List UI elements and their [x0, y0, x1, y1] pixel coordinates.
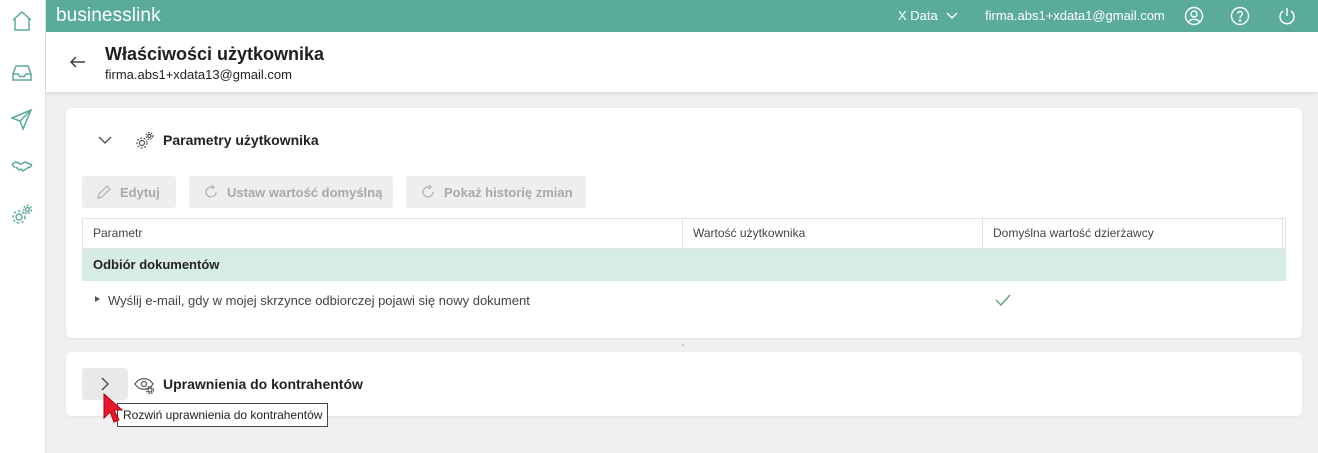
power-icon[interactable]	[1276, 5, 1298, 27]
user-profile-icon[interactable]	[1183, 5, 1205, 27]
edit-button-label: Edytuj	[120, 184, 160, 200]
tenant-selector[interactable]: X Data	[898, 8, 958, 23]
show-history-button[interactable]: Pokaż historię zmian	[406, 176, 586, 208]
brand-logo[interactable]: businesslink	[56, 5, 161, 27]
column-header-user-value[interactable]: Wartość użytkownika	[683, 219, 983, 248]
collapse-toggle-button[interactable]	[82, 124, 128, 156]
section-title: Uprawnienia do kontrahentów	[163, 376, 363, 392]
set-default-button[interactable]: Ustaw wartość domyślną	[189, 176, 393, 208]
resize-handle[interactable]	[682, 344, 684, 346]
user-email[interactable]: firma.abs1+xdata1@gmail.com	[985, 8, 1165, 23]
parameter-name: Wyślij e-mail, gdy w mojej skrzynce odbi…	[108, 293, 530, 308]
eye-gear-icon	[134, 378, 155, 395]
column-header-tenant-default[interactable]: Domyślna wartość dzierżawcy	[983, 219, 1283, 248]
section-title: Parametry użytkownika	[163, 132, 319, 148]
send-icon[interactable]	[9, 106, 35, 132]
settings-gear-icon[interactable]	[9, 202, 35, 228]
page-subtitle: firma.abs1+xdata13@gmail.com	[105, 67, 292, 82]
show-history-button-label: Pokaż historię zmian	[444, 184, 573, 200]
page-header: Właściwości użytkownika firma.abs1+xdata…	[46, 32, 1318, 92]
refresh-icon	[422, 184, 434, 198]
gears-icon	[136, 131, 154, 149]
chevron-down-icon	[946, 12, 958, 19]
handshake-icon[interactable]	[9, 154, 35, 180]
pointer-cursor-icon	[103, 392, 124, 423]
column-header-parameter[interactable]: Parametr	[83, 219, 683, 248]
chevron-right-icon	[101, 377, 109, 391]
home-icon[interactable]	[9, 8, 35, 34]
tooltip: Rozwiń uprawnienia do kontrahentów	[117, 403, 329, 427]
check-icon	[995, 294, 1011, 307]
table-group-row[interactable]: Odbiór dokumentów	[82, 249, 1286, 281]
page-title: Właściwości użytkownika	[105, 44, 325, 64]
edit-button[interactable]: Edytuj	[82, 176, 176, 208]
chevron-down-icon	[98, 136, 112, 144]
refresh-icon	[205, 184, 217, 198]
help-icon[interactable]	[1229, 5, 1251, 27]
set-default-button-label: Ustaw wartość domyślną	[227, 184, 383, 200]
pencil-icon	[97, 185, 111, 199]
table-row[interactable]: Wyślij e-mail, gdy w mojej skrzynce odbi…	[82, 281, 1286, 321]
tenant-name: X Data	[898, 8, 938, 23]
top-bar: businesslink X Data firma.abs1+xdata1@gm…	[46, 0, 1318, 32]
parameters-table: Parametr Wartość użytkownika Domyślna wa…	[82, 218, 1286, 321]
table-header: Parametr Wartość użytkownika Domyślna wa…	[82, 218, 1286, 249]
user-parameters-card: Parametry użytkownika Edytuj Ustaw warto…	[66, 108, 1302, 338]
inbox-icon[interactable]	[9, 60, 35, 86]
sidebar	[0, 0, 46, 453]
back-arrow-icon[interactable]	[68, 52, 88, 72]
caret-right-icon	[95, 296, 100, 302]
